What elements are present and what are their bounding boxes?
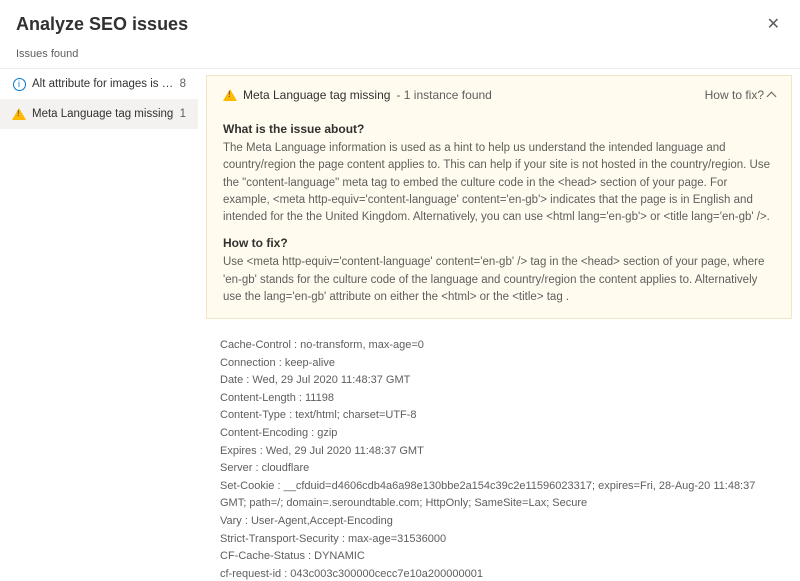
alert-title: Meta Language tag missing xyxy=(243,88,390,102)
fix-text: Use <meta http-equiv='content-language' … xyxy=(223,254,775,306)
page-title: Analyze SEO issues xyxy=(16,14,188,35)
alert-subtitle: - 1 instance found xyxy=(396,88,491,102)
issues-sidebar: i Alt attribute for images is miss… 8 Me… xyxy=(0,68,198,581)
sidebar-item-count: 1 xyxy=(180,108,186,120)
how-to-fix-label: How to fix? xyxy=(705,88,764,102)
sidebar-item-label: Alt attribute for images is miss… xyxy=(32,78,174,90)
main-panel: Meta Language tag missing - 1 instance f… xyxy=(198,68,800,581)
response-headers: Cache-Control : no-transform, max-age=0 … xyxy=(198,329,800,581)
about-heading: What is the issue about? xyxy=(223,122,775,136)
info-icon: i xyxy=(12,77,26,91)
sidebar-item-meta-language[interactable]: Meta Language tag missing 1 xyxy=(0,99,198,129)
sidebar-item-alt-attribute[interactable]: i Alt attribute for images is miss… 8 xyxy=(0,69,198,99)
sidebar-item-count: 8 xyxy=(180,78,186,90)
warning-icon xyxy=(12,107,26,121)
fix-heading: How to fix? xyxy=(223,236,775,250)
about-text: The Meta Language information is used as… xyxy=(223,140,775,226)
sidebar-item-label: Meta Language tag missing xyxy=(32,108,174,120)
warning-icon xyxy=(223,88,237,102)
chevron-up-icon xyxy=(767,92,777,102)
issue-alert: Meta Language tag missing - 1 instance f… xyxy=(206,75,792,319)
how-to-fix-toggle[interactable]: How to fix? xyxy=(705,88,775,102)
close-button[interactable]: ✕ xyxy=(763,10,784,38)
subheading: Issues found xyxy=(0,44,800,68)
